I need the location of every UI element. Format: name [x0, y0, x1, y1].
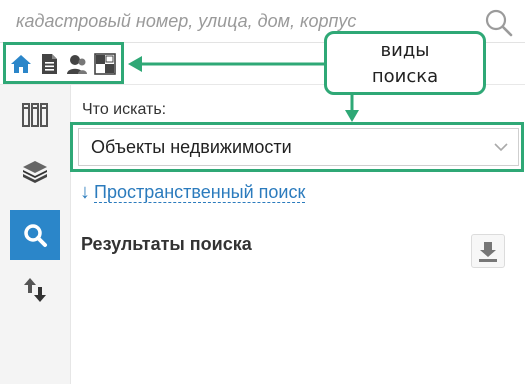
- select-value: Объекты недвижимости: [91, 137, 292, 157]
- spatial-search-link[interactable]: ↓ Пространственный поиск: [80, 181, 306, 204]
- grid-icon[interactable]: [94, 53, 116, 75]
- what-to-search-label: Что искать:: [82, 101, 167, 118]
- search-icon: [24, 224, 47, 247]
- arrow-down-icon: ↓: [80, 181, 90, 203]
- left-toolbar: [0, 85, 71, 384]
- download-button[interactable]: [471, 234, 505, 268]
- download-icon: [479, 242, 497, 262]
- search-icon[interactable]: [484, 8, 514, 38]
- books-button[interactable]: [10, 145, 60, 195]
- user-icon[interactable]: [66, 53, 88, 75]
- annotation-callout: виды поиска: [324, 31, 486, 95]
- document-icon[interactable]: [38, 53, 60, 75]
- chevron-down-icon: [494, 143, 508, 152]
- home-icon[interactable]: [10, 53, 32, 75]
- search-object-select[interactable]: Объекты недвижимости: [78, 128, 519, 166]
- annotation-line-2: поиска: [371, 66, 439, 87]
- annotation-line-1: виды: [380, 40, 430, 61]
- transfer-button[interactable]: [10, 265, 60, 315]
- transfer-arrows-icon: [24, 278, 46, 302]
- layers-icon: [22, 103, 48, 127]
- search-panel-button[interactable]: [10, 210, 60, 260]
- books-icon: [23, 161, 47, 183]
- spatial-search-label: Пространственный поиск: [94, 182, 306, 203]
- results-title: Результаты поиска: [81, 234, 252, 254]
- annotation-arrowhead-down: [345, 110, 359, 122]
- layers-button[interactable]: [10, 90, 60, 140]
